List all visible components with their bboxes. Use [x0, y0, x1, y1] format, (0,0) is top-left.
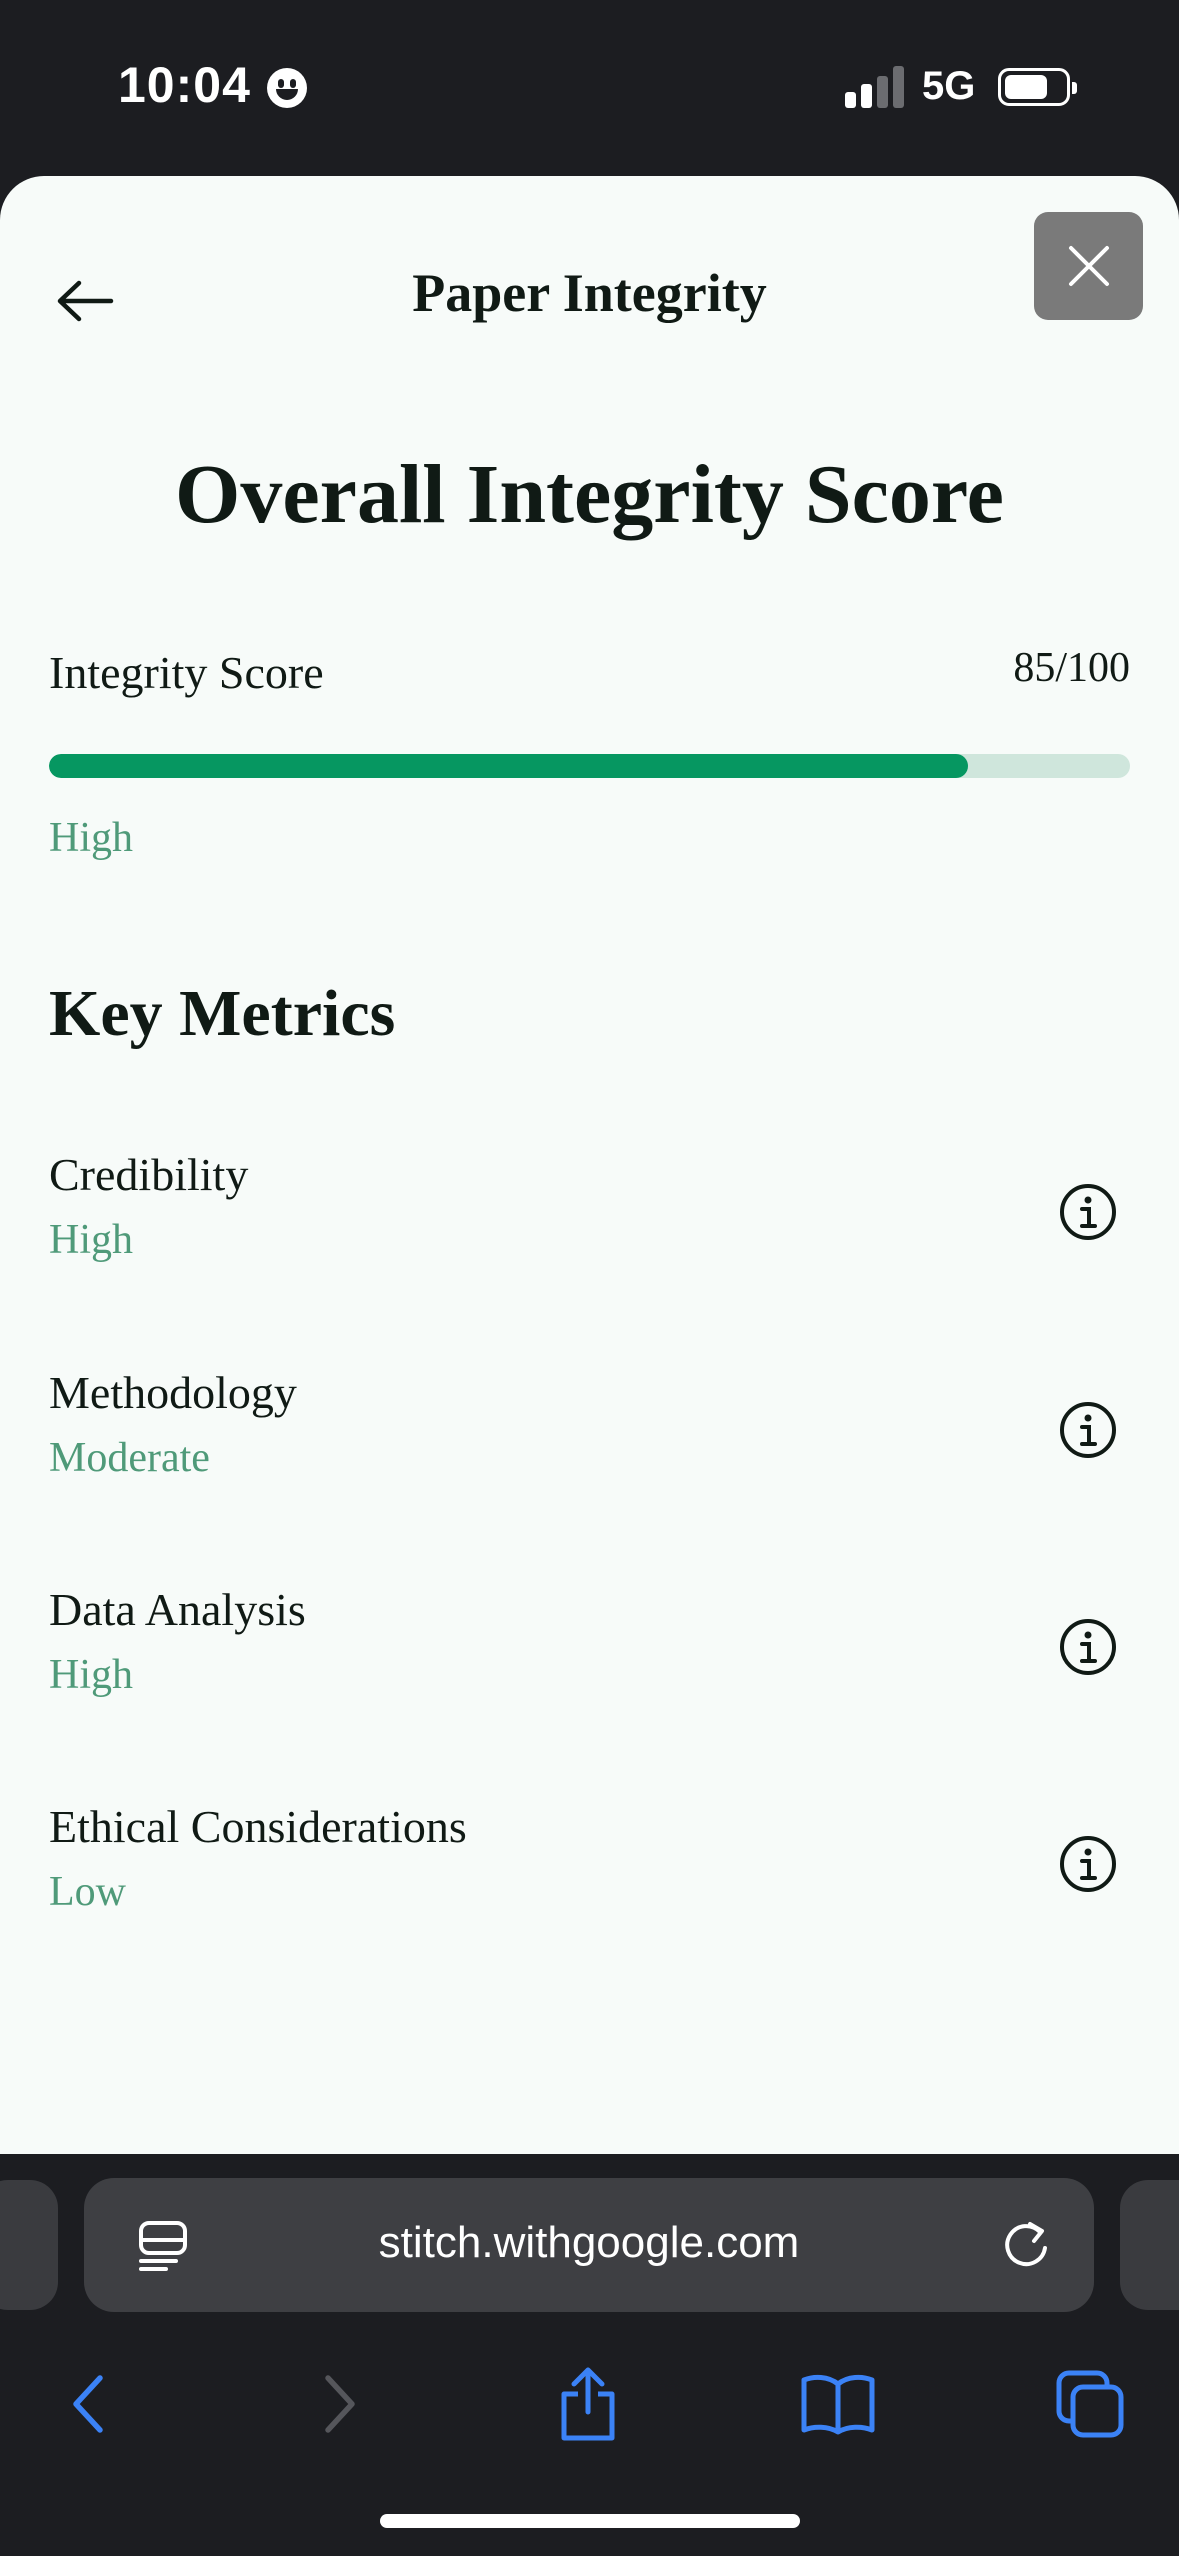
battery-icon — [998, 68, 1077, 106]
smiley-icon — [267, 68, 307, 108]
network-label: 5G — [922, 64, 976, 108]
metric-rating: High — [49, 1217, 133, 1263]
browser-url-strip: stitch.withgoogle.com — [0, 2154, 1179, 2322]
close-icon — [1068, 246, 1109, 286]
score-progress-fill — [49, 754, 968, 778]
home-indicator[interactable] — [380, 2514, 800, 2528]
metric-name: Ethical Considerations — [49, 1801, 467, 1852]
metric-name: Data Analysis — [49, 1584, 306, 1635]
info-icon[interactable] — [1058, 1182, 1118, 1242]
address-bar[interactable]: stitch.withgoogle.com — [84, 2178, 1094, 2312]
page-title: Paper Integrity — [412, 263, 767, 323]
score-heading: Overall Integrity Score — [175, 448, 1004, 541]
forward-icon — [325, 2375, 355, 2433]
reload-icon[interactable] — [998, 2218, 1054, 2274]
close-button[interactable] — [1034, 212, 1143, 320]
score-rating: High — [49, 815, 133, 861]
score-label: Integrity Score — [49, 647, 324, 698]
next-tab-preview[interactable] — [1120, 2180, 1179, 2310]
metric-name: Credibility — [49, 1149, 249, 1200]
info-icon[interactable] — [1058, 1617, 1118, 1677]
score-progress-bar — [49, 754, 1130, 778]
metric-row-methodology[interactable]: Methodology Moderate — [0, 1366, 1179, 1546]
metric-rating: Moderate — [49, 1435, 210, 1481]
bookmarks-icon — [801, 2374, 875, 2435]
tabs-icon — [1056, 2370, 1124, 2438]
browser-back-button[interactable] — [46, 2362, 130, 2446]
status-bar: 10:04 5G — [0, 0, 1179, 176]
metric-row-ethical-considerations[interactable]: Ethical Considerations Low — [0, 1800, 1179, 1980]
metric-rating: Low — [49, 1869, 126, 1915]
browser-forward-button[interactable] — [298, 2362, 382, 2446]
metric-row-data-analysis[interactable]: Data Analysis High — [0, 1583, 1179, 1763]
modal-sheet: Paper Integrity Overall Integrity Score … — [0, 176, 1179, 2154]
metric-name: Methodology — [49, 1367, 297, 1418]
bookmarks-button[interactable] — [796, 2362, 880, 2446]
url-text: stitch.withgoogle.com — [378, 2218, 800, 2267]
tabs-button[interactable] — [1048, 2362, 1132, 2446]
back-icon — [73, 2375, 103, 2433]
signal-icon — [845, 66, 905, 108]
key-metrics-heading: Key Metrics — [49, 977, 396, 1050]
share-button[interactable] — [546, 2362, 630, 2446]
score-value: 85/100 — [1013, 645, 1130, 691]
metric-row-credibility[interactable]: Credibility High — [0, 1148, 1179, 1328]
metric-rating: High — [49, 1652, 133, 1698]
status-time: 10:04 — [118, 57, 251, 113]
previous-tab-preview[interactable] — [0, 2180, 58, 2310]
info-icon[interactable] — [1058, 1834, 1118, 1894]
share-icon — [561, 2367, 615, 2441]
info-icon[interactable] — [1058, 1400, 1118, 1460]
